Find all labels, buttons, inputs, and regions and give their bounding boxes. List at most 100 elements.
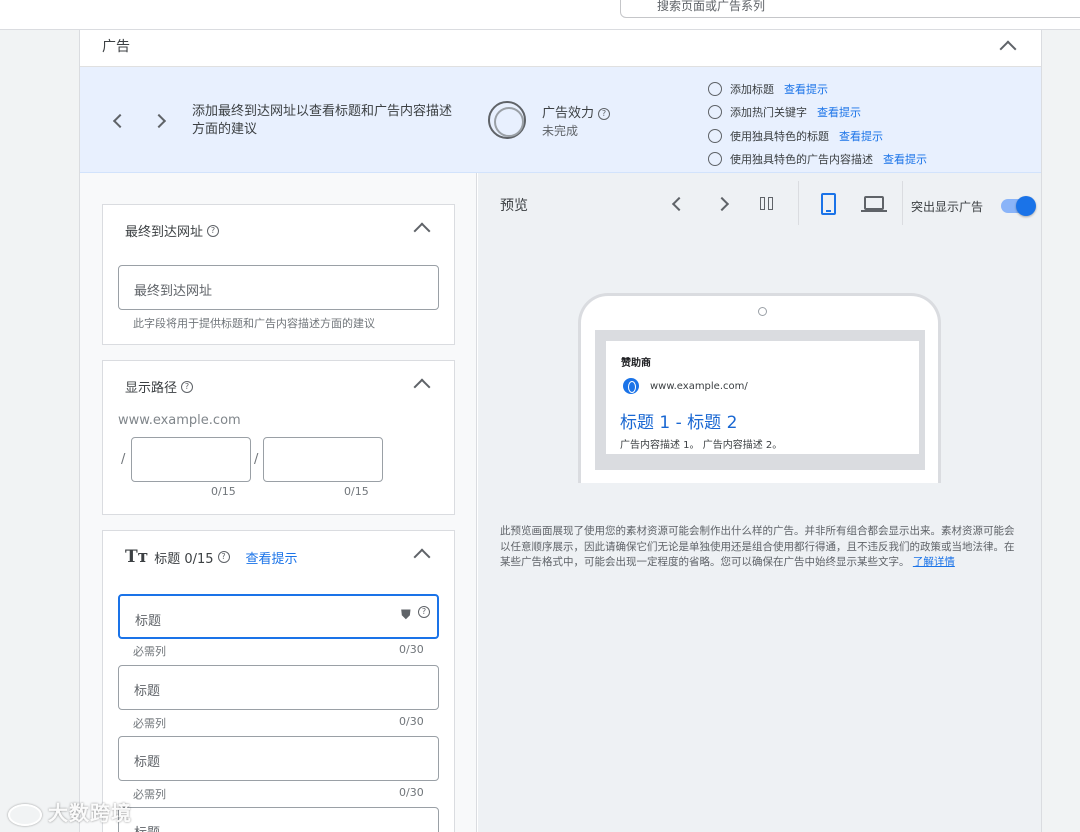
preview-panel: 预览 突出显示广告 赞助商 www.example.com/ 标题 1 - 标题… (478, 173, 1041, 832)
headlines-label: 标题 0/15 (154, 551, 214, 567)
collapse-chevron-icon[interactable] (413, 222, 431, 240)
view-tips-link[interactable]: 查看提示 (883, 151, 927, 167)
tips-list: 添加标题 查看提示 添加热门关键字 查看提示 使用独具特色的标题 查看提示 使用独具特… (708, 77, 927, 171)
required-label: 必需列 (133, 645, 166, 658)
learn-more-link[interactable]: 了解详情 (913, 556, 955, 568)
display-path-section: 显示路径? www.example.com / / 0/15 0/15 (102, 360, 455, 515)
radio-icon (708, 128, 722, 143)
watermark-logo-icon (8, 803, 42, 826)
collapse-chevron-icon[interactable] (413, 548, 431, 566)
prev-arrow-icon[interactable] (112, 113, 128, 129)
next-arrow-icon[interactable] (151, 113, 167, 129)
headline-placeholder: 标题 (134, 826, 160, 832)
next-arrow-icon[interactable] (714, 196, 730, 212)
tip-label: 添加标题 (730, 82, 774, 96)
final-url-title: 最终到达网址? (125, 221, 220, 240)
ad-strength-status: 未完成 (542, 124, 579, 138)
sponsor-label: 赞助商 (621, 358, 651, 369)
tip-item: 使用独具特色的广告内容描述 查看提示 (708, 148, 927, 172)
headline-field[interactable]: 标题 (118, 807, 439, 832)
view-tips-link[interactable]: 查看提示 (784, 81, 828, 97)
view-tips-link[interactable]: 查看提示 (839, 128, 883, 144)
ads-card: 广告 添加最终到达网址以查看标题和广告内容描述方面的建议 广告效力? 未完成 添… (79, 30, 1042, 832)
final-url-section: 最终到达网址? 最终到达网址 此字段将用于提供标题和广告内容描述方面的建议 (102, 204, 455, 345)
tip-item: 使用独具特色的标题 查看提示 (708, 124, 927, 148)
help-icon[interactable]: ? (598, 107, 611, 120)
camera-icon (758, 307, 767, 316)
ad-preview: 赞助商 www.example.com/ 标题 1 - 标题 2 广告内容描述 … (606, 341, 919, 454)
display-domain: www.example.com (118, 413, 241, 428)
divider (902, 181, 903, 225)
final-url-label: 最终到达网址 (125, 225, 204, 240)
headline-field[interactable]: 标题 (118, 665, 439, 710)
headline-count: 0/30 (399, 715, 424, 728)
help-icon[interactable]: ? (217, 551, 230, 563)
path-separator: / (121, 452, 126, 467)
ad-form-column: 最终到达网址? 最终到达网址 此字段将用于提供标题和广告内容描述方面的建议 显示… (80, 173, 477, 832)
ad-strength-label: 广告效力 (542, 106, 595, 121)
headline-count: 0/30 (399, 643, 424, 656)
phone-mockup: 赞助商 www.example.com/ 标题 1 - 标题 2 广告内容描述 … (578, 293, 941, 483)
pause-icon[interactable] (760, 197, 774, 210)
view-tips-link[interactable]: 查看提示 (246, 548, 298, 567)
card-title: 广告 (102, 39, 130, 55)
globe-icon (623, 378, 639, 394)
tip-item: 添加标题 查看提示 (708, 77, 927, 101)
help-icon[interactable]: ? (418, 606, 430, 618)
view-tips-link[interactable]: 查看提示 (817, 104, 861, 120)
required-label: 必需列 (133, 788, 166, 801)
radio-icon (708, 105, 722, 120)
required-label: 必需列 (133, 717, 166, 730)
suggestion-message: 添加最终到达网址以查看标题和广告内容描述方面的建议 (192, 104, 453, 137)
highlight-ad-label: 突出显示广告 (911, 200, 984, 214)
help-icon[interactable]: ? (207, 224, 220, 237)
preview-disclaimer: 此预览画面展现了使用您的素材资源可能会制作出什么样的广告。并非所有组合都会显示出… (500, 524, 1020, 571)
ad-strength-banner: 添加最终到达网址以查看标题和广告内容描述方面的建议 广告效力? 未完成 添加标题… (80, 67, 1041, 173)
watermark-text: 大数跨境 (48, 801, 132, 825)
divider (798, 181, 799, 225)
search-placeholder: 搜索页面或广告系列 (657, 0, 766, 13)
card-header[interactable]: 广告 (80, 30, 1041, 67)
desktop-view-icon[interactable] (861, 196, 887, 212)
ad-description: 广告内容描述 1。 广告内容描述 2。 (620, 440, 783, 451)
path2-field[interactable] (263, 437, 383, 482)
path1-count: 0/15 (211, 485, 236, 498)
radio-icon (708, 81, 722, 96)
final-url-placeholder: 最终到达网址 (134, 284, 213, 299)
headlines-title: Tт 标题 0/15? 查看提示 (125, 547, 298, 567)
headline-placeholder: 标题 (134, 755, 161, 770)
headline-placeholder: 标题 (135, 614, 162, 629)
text-format-icon: Tт (125, 547, 149, 567)
path-separator: / (254, 452, 259, 467)
ad-strength-title: 广告效力? (542, 102, 611, 121)
headlines-section: Tт 标题 0/15? 查看提示 标题 ⛊ ? 必需列 0/30 标题 必需列 … (102, 530, 455, 832)
pin-icon[interactable]: ⛊ (401, 608, 411, 623)
toggle-knob[interactable] (1016, 196, 1036, 216)
ad-url: www.example.com/ (650, 381, 748, 392)
search-input[interactable]: 搜索页面或广告系列 (620, 0, 1080, 18)
help-icon[interactable]: ? (181, 380, 194, 393)
tip-label: 使用独具特色的标题 (730, 129, 829, 143)
final-url-hint: 此字段将用于提供标题和广告内容描述方面的建议 (133, 317, 375, 330)
headline-count: 0/30 (399, 786, 424, 799)
prev-arrow-icon[interactable] (671, 196, 687, 212)
tip-label: 使用独具特色的广告内容描述 (730, 153, 873, 167)
ad-headline: 标题 1 - 标题 2 (620, 413, 738, 433)
watermark: 大数跨境 (8, 797, 132, 826)
mobile-view-icon[interactable] (821, 193, 836, 215)
headline-field[interactable]: 标题 (118, 736, 439, 781)
radio-icon (708, 152, 722, 167)
tip-label: 添加热门关键字 (730, 106, 807, 120)
collapse-chevron-icon[interactable] (413, 378, 431, 396)
tip-item: 添加热门关键字 查看提示 (708, 101, 927, 125)
ad-strength-ring-icon (488, 101, 526, 139)
display-path-title: 显示路径? (125, 377, 194, 396)
path2-count: 0/15 (344, 485, 369, 498)
display-path-label: 显示路径 (125, 381, 178, 396)
top-bar: 搜索页面或广告系列 (0, 0, 1080, 30)
preview-title: 预览 (500, 198, 528, 214)
final-url-field[interactable]: 最终到达网址 (118, 265, 439, 310)
collapse-chevron-icon[interactable] (999, 40, 1017, 58)
headline-field[interactable]: 标题 ⛊ ? (118, 594, 439, 639)
path1-field[interactable] (131, 437, 251, 482)
